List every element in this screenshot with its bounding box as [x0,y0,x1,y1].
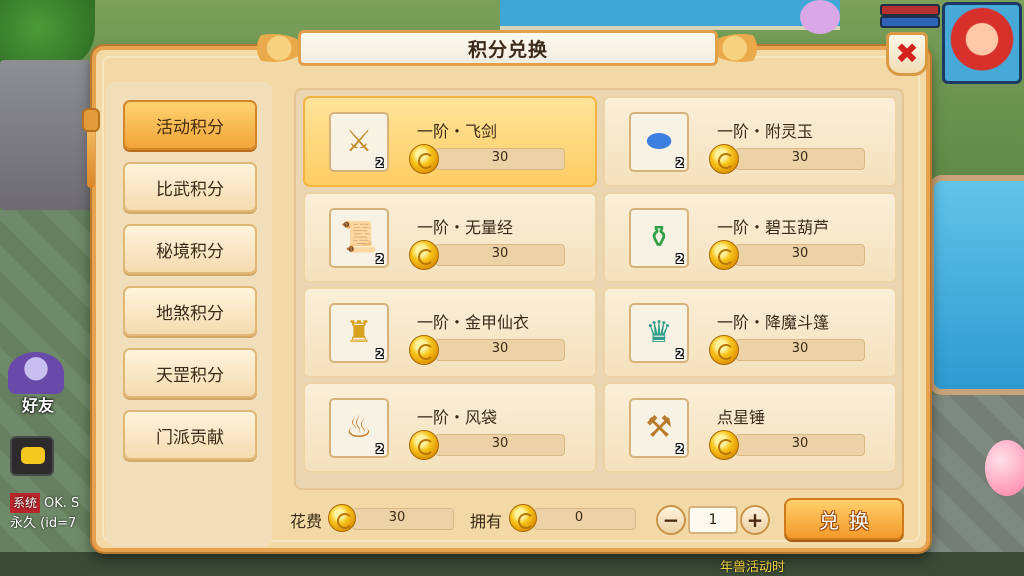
coin-icon [509,504,537,532]
category-button[interactable]: 地煞积分 [123,286,257,336]
chat-line: 系统 OK. S [10,493,96,514]
item-icon-frame: ⚱ 2 [629,208,689,268]
item-card[interactable]: ♛ 2 一阶・降魔斗篷 30 [603,287,897,378]
item-count: 2 [675,156,684,170]
item-name: 一阶・无量经 [417,218,514,237]
close-button[interactable]: ✖ [886,32,928,76]
item-name: 一阶・飞剑 [417,122,498,141]
item-count: 2 [375,347,384,361]
chat-text: OK. S [44,496,80,511]
scene-water [500,0,840,30]
hp-bar [880,4,940,16]
owned-label: 拥有 [470,512,503,531]
scene-temple [0,60,92,210]
chat-line: 永久 (id=7 [10,516,77,531]
item-icon-frame: ♛ 2 [629,303,689,363]
exchange-label: 兑换 [819,508,879,533]
item-icon-frame: ♜ 2 [329,303,389,363]
category-button[interactable]: 比武积分 [123,162,257,212]
item-icon-frame: ⚒ 2 [629,398,689,458]
item-card[interactable]: ♜ 2 一阶・金甲仙衣 30 [303,287,597,378]
scene-banner-text: 年兽活动时 [720,560,786,575]
item-price: 30 [791,436,809,451]
item-price: 30 [491,341,509,356]
bunny-npc [800,0,840,34]
owned-value: 0 [574,510,584,525]
item-price: 30 [791,246,809,261]
ornament-knot [82,108,100,132]
ornament-tassel [87,132,95,188]
item-icon-frame: 📜 2 [329,208,389,268]
chat-bubble-icon [21,447,45,464]
balloon-decoration [985,440,1024,496]
chat-log: 系统 OK. S 永久 (id=7 [10,493,96,534]
item-name: 点星锤 [717,408,766,427]
scene-floor-bottom [0,552,1024,576]
friend-icon[interactable] [8,352,64,394]
cloud-ornament-icon [710,34,772,62]
item-count: 2 [375,252,384,266]
chat-button[interactable] [10,436,54,476]
item-name: 一阶・降魔斗篷 [717,313,830,332]
item-icon-frame: ⚔ 2 [329,112,389,172]
close-icon: ✖ [895,37,919,70]
title-banner: 积分兑换 [298,30,718,66]
dialog-title: 积分兑换 [467,38,548,61]
item-price: 30 [791,150,809,165]
cost-label: 花费 [290,512,323,531]
category-button[interactable]: 门派贡献 [123,410,257,460]
item-name: 一阶・金甲仙衣 [417,313,530,332]
cost-value: 30 [388,510,406,525]
player-avatar[interactable] [942,2,1022,84]
decrease-quantity-button[interactable]: − [656,505,686,535]
category-button[interactable]: 秘境积分 [123,224,257,274]
item-card[interactable]: ⚔ 2 一阶・飞剑 30 [303,96,597,187]
item-card[interactable]: ⬬ 2 一阶・附灵玉 30 [603,96,897,187]
item-price: 30 [491,150,509,165]
item-price: 30 [791,341,809,356]
item-card[interactable]: ⚒ 2 点星锤 30 [603,382,897,473]
item-card[interactable]: ♨ 2 一阶・风袋 30 [303,382,597,473]
exchange-button[interactable]: 兑换 [784,498,904,540]
friend-label[interactable]: 好友 [22,392,54,416]
item-card[interactable]: 📜 2 一阶・无量经 30 [303,192,597,283]
item-count: 2 [375,442,384,456]
mp-bar [880,16,940,28]
quantity-input[interactable] [688,506,738,534]
category-button[interactable]: 活动积分 [123,100,257,150]
item-name: 一阶・碧玉葫芦 [717,218,830,237]
tassel-ornament-icon [80,80,102,188]
item-count: 2 [375,156,384,170]
item-count: 2 [675,442,684,456]
increase-quantity-button[interactable]: + [740,505,770,535]
cloud-ornament-icon [242,34,304,62]
item-card[interactable]: ⚱ 2 一阶・碧玉葫芦 30 [603,192,897,283]
item-count: 2 [675,347,684,361]
item-name: 一阶・附灵玉 [717,122,814,141]
item-price: 30 [491,436,509,451]
item-icon-frame: ⬬ 2 [629,112,689,172]
item-name: 一阶・风袋 [417,408,498,427]
item-price: 30 [491,246,509,261]
chat-system-tag: 系统 [10,493,41,513]
item-count: 2 [675,252,684,266]
category-button[interactable]: 天罡积分 [123,348,257,398]
item-icon-frame: ♨ 2 [329,398,389,458]
scene-pool [928,175,1024,395]
